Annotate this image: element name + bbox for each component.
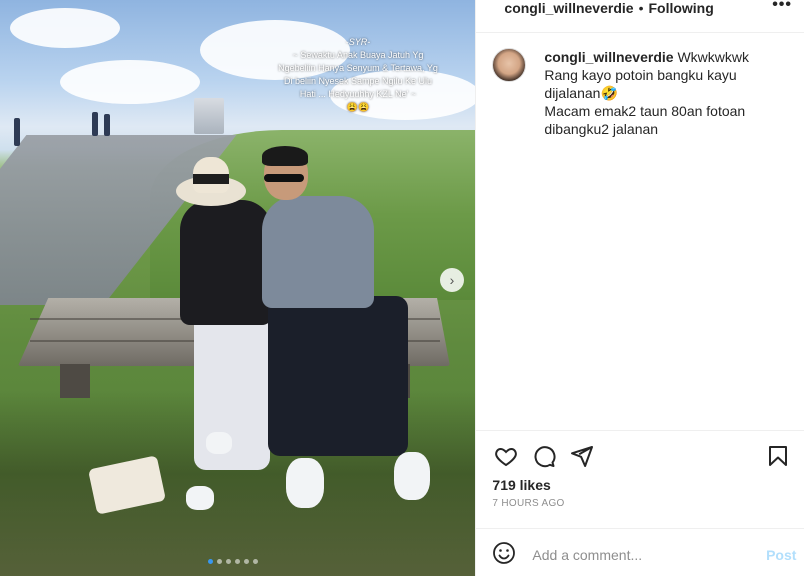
carousel-dot (244, 559, 249, 564)
header-separator: • (638, 0, 644, 16)
cloud (10, 8, 120, 48)
carousel-dots (208, 559, 258, 564)
share-icon (571, 446, 594, 467)
next-slide-button[interactable]: › (440, 268, 464, 292)
caption-line-3: Macam emak2 taun 80an fotoan dibangku2 j… (544, 103, 746, 137)
distant-person (104, 114, 110, 136)
sun-hat-band (193, 174, 229, 184)
overlay-title: -SYR- (345, 37, 371, 47)
header-username[interactable]: congli_willneverdie (504, 0, 633, 16)
comment-button[interactable] (530, 442, 558, 470)
emoji-button[interactable] (492, 541, 518, 567)
emoji-icon (493, 542, 516, 564)
post-side-panel: congli_willneverdie • Following ••• cong… (475, 0, 804, 576)
share-button[interactable] (568, 442, 596, 470)
distant-person (14, 118, 20, 146)
caption-line-2: Rang kayo potoin bangku kayu dijalanan🤣 (544, 67, 737, 101)
likes-count[interactable]: 719 likes (492, 477, 550, 493)
overlay-text: ~ Sewaktu Anak Buaya Jatuh Yg Ngebeliin … (278, 50, 438, 99)
save-button[interactable] (764, 442, 792, 470)
shoe (206, 432, 232, 454)
caption-username[interactable]: congli_willneverdie (544, 49, 673, 65)
cloud (60, 60, 200, 104)
sneaker (286, 458, 324, 508)
carousel-dot (235, 559, 240, 564)
instagram-post-modal: -SYR- ~ Sewaktu Anak Buaya Jatuh Yg Ngeb… (0, 0, 804, 576)
post-comment-button[interactable]: Post (766, 547, 796, 563)
woman-figure (180, 200, 272, 325)
add-comment-bar: Add a comment... Post (476, 528, 804, 577)
bookmark-icon (769, 446, 788, 466)
action-bar (492, 442, 792, 470)
photo-text-overlay: -SYR- ~ Sewaktu Anak Buaya Jatuh Yg Ngeb… (276, 36, 440, 114)
distant-tower (194, 98, 224, 134)
sunglasses (264, 174, 304, 182)
comment-input[interactable]: Add a comment... (532, 547, 642, 563)
caption-comment: congli_willneverdie Wkwkwkwk Rang kayo p… (492, 48, 784, 138)
distant-person (92, 112, 98, 136)
man-hair (262, 146, 308, 166)
more-options-icon[interactable]: ••• (772, 0, 792, 14)
post-timestamp[interactable]: 7 HOURS AGO (492, 498, 564, 509)
divider (476, 32, 804, 33)
bench-leg (60, 364, 90, 398)
overlay-emoji: 😩😩 (346, 102, 370, 112)
man-legs (268, 296, 408, 456)
carousel-dot (253, 559, 258, 564)
man-figure (262, 196, 374, 308)
avatar[interactable] (492, 48, 527, 82)
divider (476, 430, 804, 431)
post-header: congli_willneverdie • Following ••• (476, 0, 804, 22)
following-button[interactable]: Following (648, 0, 713, 16)
carousel-dot (217, 559, 222, 564)
carousel-dot (226, 559, 231, 564)
post-photo[interactable]: -SYR- ~ Sewaktu Anak Buaya Jatuh Yg Ngeb… (0, 0, 476, 576)
carousel-dot-active (208, 559, 213, 564)
sneaker (394, 452, 430, 500)
chevron-right-icon: › (449, 272, 455, 288)
comment-icon (534, 446, 556, 468)
caption-line-1: Wkwkwkwk (677, 49, 749, 65)
like-button[interactable] (492, 442, 520, 470)
shoe (186, 486, 214, 510)
heart-icon (495, 447, 518, 467)
